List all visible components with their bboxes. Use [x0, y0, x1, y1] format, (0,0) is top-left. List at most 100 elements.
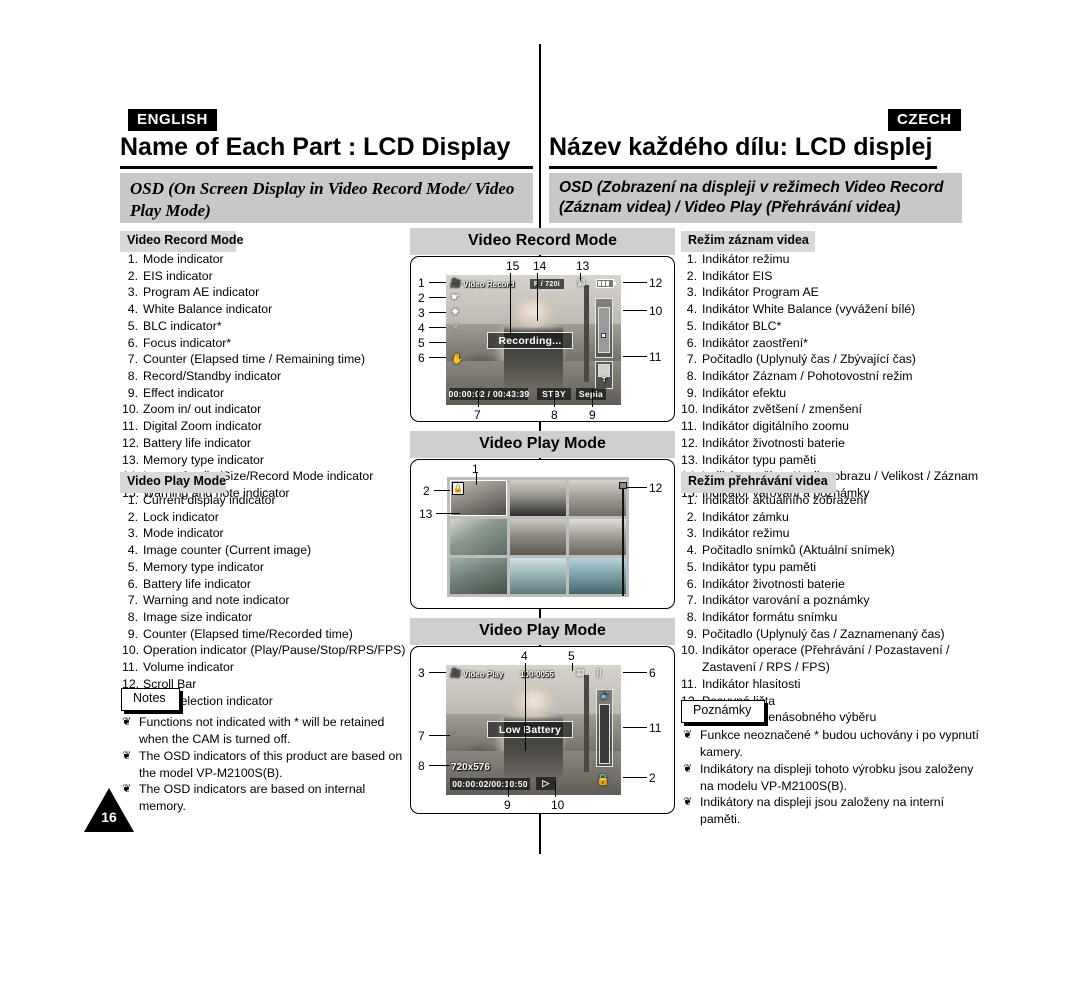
note-item-text: Indikátory na displeji jsou založeny na … — [700, 795, 945, 827]
lock-icon: 🔒 — [596, 774, 610, 786]
volume-bar[interactable]: 🔊 — [596, 689, 613, 767]
figure1-lcd-screen: 🎥 Video Record F / 720i ▦ ☛ ✸ ⚛ ✋ Record… — [446, 275, 621, 405]
list-item-label: Multi Selection indicator — [143, 693, 273, 708]
white-balance-icon: ⚛ — [451, 322, 460, 333]
section-header-play-english: Video Play Mode — [120, 472, 226, 493]
list-item-number: 3. — [127, 526, 138, 541]
list-item-number: 12. — [681, 435, 699, 450]
list-item-number: 7. — [686, 593, 697, 608]
thumbnail-cell[interactable] — [509, 480, 567, 516]
callout-2: 2 — [649, 771, 656, 785]
list-item-number: 4. — [127, 543, 138, 558]
list-item-label: Indikátor zvětšení / zmenšení — [702, 402, 862, 417]
clover-bullet-icon: ❦ — [122, 749, 132, 762]
list-item: 10. Operation indicator (Play/Pause/Stop/… — [122, 642, 407, 659]
list-item-number: 2. — [686, 268, 697, 283]
list-item-label: Indikátor BLC* — [702, 318, 782, 333]
callout-14: 14 — [533, 259, 547, 273]
list-item: 2. Indikátor zámku — [681, 509, 981, 526]
battery-icon — [596, 279, 616, 288]
list-item-number: 8. — [686, 610, 697, 625]
callout-3: 3 — [418, 306, 425, 320]
list-item-number: 8. — [127, 610, 138, 625]
list-play-czech: 1. Indikátor aktuálního zobrazení 2. Indiká… — [681, 492, 981, 726]
page-number-badge: 16 — [84, 788, 134, 832]
photo-tree — [584, 675, 590, 772]
leader-line — [436, 513, 460, 515]
figure3-image-size: 720x576 — [451, 762, 490, 773]
list-item-number: 9. — [127, 626, 138, 641]
list-item: 3. Program AE indicator — [122, 284, 407, 301]
title-rule-right — [549, 166, 937, 169]
thumbnail-cell[interactable] — [569, 519, 626, 555]
callout-2: 2 — [423, 484, 430, 498]
leader-line — [429, 672, 446, 674]
list-item: 11. Digital Zoom indicator — [122, 418, 407, 435]
list-item: 5. Memory type indicator — [122, 559, 407, 576]
list-item: 11. Indikátor digitálního zoomu — [681, 418, 981, 435]
list-item: 7. Counter (Elapsed time / Remaining time… — [122, 351, 407, 368]
callout-6: 6 — [649, 666, 656, 680]
list-item-label: Scroll Bar — [143, 676, 197, 691]
thumbnail-cell[interactable] — [450, 519, 507, 555]
list-item-label: Counter (Elapsed time/Recorded time) — [143, 626, 353, 641]
callout-12: 12 — [649, 276, 663, 290]
scroll-bar[interactable] — [622, 484, 624, 596]
list-record-czech: 1. Indikátor režimu 2. Indikátor EIS 3. Indik… — [681, 251, 981, 502]
callout-1: 1 — [418, 276, 425, 290]
list-item: 3. Indikátor Program AE — [681, 284, 981, 301]
zoom-in-out-bar — [595, 298, 613, 358]
list-item: 10. Zoom in/ out indicator — [122, 401, 407, 418]
clover-bullet-icon: ❦ — [122, 716, 132, 728]
list-item-label: White Balance indicator — [143, 302, 273, 317]
thumbnail-cell[interactable] — [509, 519, 567, 555]
list-item: 13. Memory type indicator — [122, 452, 407, 469]
list-item-label: Indikátor režimu — [702, 252, 790, 266]
callout-4: 4 — [521, 649, 528, 663]
figure1-mode-label: Video Record — [463, 280, 515, 289]
thumbnail-cell[interactable]: 🔒 — [450, 480, 507, 516]
list-item: 1. Indikátor režimu — [681, 251, 981, 268]
callout-11: 11 — [649, 721, 662, 735]
callout-6: 6 — [418, 351, 425, 365]
list-item-number: 13. — [122, 452, 140, 467]
leader-line — [508, 781, 510, 797]
list-item: 3. Indikátor režimu — [681, 525, 981, 542]
callout-12: 12 — [649, 481, 663, 495]
list-item-label: Program AE indicator — [143, 285, 260, 300]
clover-bullet-icon: ❦ — [683, 729, 693, 741]
callout-11: 11 — [649, 350, 662, 364]
list-item-label: Indikátor zámku — [702, 509, 789, 524]
battery-empty-icon: ▯ — [596, 667, 603, 679]
list-item: 8. Indikátor formátu snímku — [681, 609, 981, 626]
leader-line — [623, 727, 647, 729]
list-item: 3. Mode indicator — [122, 525, 407, 542]
figure3-counter: 00:00:02/00:10:50 — [450, 778, 530, 790]
figure3-heading: Video Play Mode — [410, 618, 675, 645]
list-item-number: 6. — [686, 335, 697, 350]
list-item-label: Indikátor White Balance (vyvážení bílé) — [702, 302, 916, 317]
zoom-tele-label: T — [602, 377, 607, 384]
list-item-label: Battery life indicator — [143, 435, 251, 450]
thumbnail-grid[interactable]: 🔒 — [447, 477, 629, 597]
leader-line — [554, 389, 556, 407]
list-item-number: 4. — [127, 302, 138, 317]
page-title-czech: Název každého dílu: LCD displej — [549, 133, 933, 161]
thumbnail-cell[interactable] — [450, 558, 507, 594]
callout-10: 10 — [551, 798, 565, 812]
thumbnail-cell[interactable] — [569, 558, 626, 594]
section-header-record-english: Video Record Mode — [120, 231, 243, 252]
list-item: 2. Indikátor EIS — [681, 268, 981, 285]
figure2-heading: Video Play Mode — [410, 431, 675, 458]
callout-10: 10 — [649, 304, 663, 318]
thumbnail-cell[interactable] — [509, 558, 567, 594]
thumbnail-cell[interactable] — [569, 480, 626, 516]
list-item: 7. Počitadlo (Uplynulý čas / Zbývající ča… — [681, 351, 981, 368]
list-item-label: Current display indicator — [143, 493, 276, 507]
leader-line — [525, 663, 527, 751]
list-item-label: Indikátor formátu snímku — [702, 610, 838, 625]
digital-zoom-bar: T — [595, 361, 613, 389]
list-item: 5. Indikátor BLC* — [681, 318, 981, 335]
callout-13: 13 — [419, 507, 433, 521]
notes-box-czech: Poznámky — [681, 700, 766, 723]
